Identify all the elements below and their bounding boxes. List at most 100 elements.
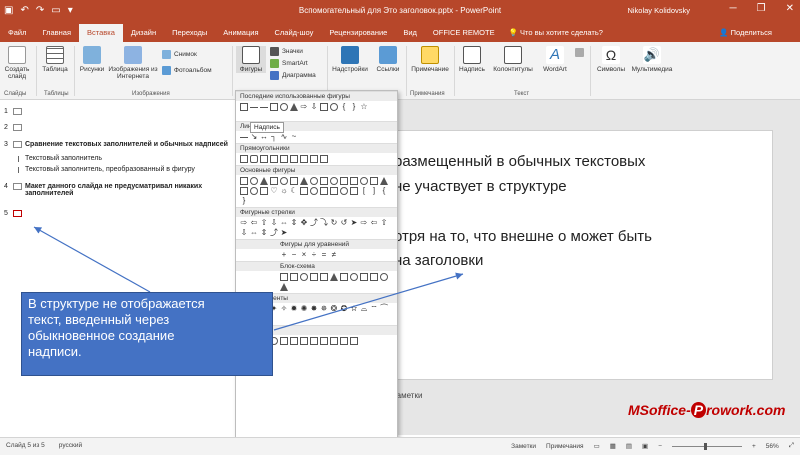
callout-shape-icon[interactable]: [330, 337, 338, 345]
basic-shape-icon[interactable]: [270, 177, 278, 185]
star-shape-icon[interactable]: ✹: [290, 305, 298, 313]
screenshot-button[interactable]: Снимок: [162, 50, 197, 59]
outline-row-5[interactable]: 5: [4, 210, 22, 217]
zoom-slider[interactable]: [671, 442, 742, 450]
tab-file[interactable]: Файл: [0, 24, 34, 42]
brace-shape-icon[interactable]: {: [340, 103, 348, 111]
equal-shape-icon[interactable]: =: [320, 251, 328, 259]
arrow-shape-icon[interactable]: ⇩: [310, 103, 318, 111]
flowchart-shape-icon[interactable]: [380, 273, 388, 281]
flowchart-shape-icon[interactable]: [360, 273, 368, 281]
line-shape-icon[interactable]: [240, 137, 248, 138]
basic-shape-icon[interactable]: [290, 177, 298, 185]
chart-button[interactable]: Диаграмма: [270, 71, 316, 80]
callout-shape-icon[interactable]: [320, 337, 328, 345]
curve-shape-icon[interactable]: ∿: [280, 133, 288, 141]
arrow-shape-icon[interactable]: ⇩: [270, 219, 278, 227]
flowchart-shape-icon[interactable]: [300, 273, 308, 281]
tab-insert[interactable]: Вставка: [79, 24, 123, 42]
tab-review[interactable]: Рецензирование: [321, 24, 395, 42]
arrow-shape-icon[interactable]: ➤: [350, 219, 358, 227]
oval-shape-icon[interactable]: [330, 103, 338, 111]
callout-shape-icon[interactable]: [280, 337, 288, 345]
arrow-shape-icon[interactable]: ⇔: [250, 229, 258, 237]
flowchart-shape-icon[interactable]: [350, 273, 358, 281]
callout-shape-icon[interactable]: [300, 337, 308, 345]
icons-button[interactable]: Значки: [270, 47, 303, 56]
media-button[interactable]: 🔊 Мультимедиа: [630, 46, 674, 73]
share-button[interactable]: 👤 Поделиться: [719, 28, 772, 37]
outline-subitem[interactable]: Текстовый заполнитель: [18, 155, 102, 162]
arrow-shape-icon[interactable]: ↺: [340, 219, 348, 227]
star-shape-icon[interactable]: ❂: [330, 305, 338, 313]
basic-shape-icon[interactable]: [320, 187, 328, 195]
banner-shape-icon[interactable]: ⌓: [360, 305, 368, 313]
not-equal-shape-icon[interactable]: ≠: [330, 251, 338, 259]
minus-shape-icon[interactable]: −: [290, 251, 298, 259]
shapes-button[interactable]: Фигуры: [236, 46, 266, 73]
basic-shape-icon[interactable]: [300, 187, 308, 195]
flowchart-shape-icon[interactable]: [340, 273, 348, 281]
pictures-button[interactable]: Рисунки: [78, 46, 106, 73]
arrow-shape-icon[interactable]: ⇧: [380, 219, 388, 227]
brace-shape-icon[interactable]: }: [350, 103, 358, 111]
callout-shape-icon[interactable]: [290, 337, 298, 345]
notes-toggle[interactable]: Заметки: [511, 443, 536, 450]
arrow-shape-icon[interactable]: ⤵: [320, 219, 328, 227]
arrow-line-shape-icon[interactable]: ↘: [250, 133, 258, 141]
rectangle-shape-icon[interactable]: [320, 103, 328, 111]
arrow-shape-icon[interactable]: ⇕: [290, 219, 298, 227]
basic-shape-icon[interactable]: [260, 187, 268, 195]
star-shape-icon[interactable]: ✸: [310, 305, 318, 313]
outline-pane[interactable]: 1 2 3 Сравнение текстовых заполнителей и…: [0, 100, 240, 435]
arrow-shape-icon[interactable]: ⇨: [300, 103, 308, 111]
sun-shape-icon[interactable]: ☼: [280, 187, 288, 195]
bracket-shape-icon[interactable]: [: [360, 187, 368, 195]
textbox-shape-icon[interactable]: [240, 103, 248, 111]
freeform-shape-icon[interactable]: ~: [290, 133, 298, 141]
symbols-button[interactable]: Ω Символы: [594, 46, 628, 73]
outline-title[interactable]: Сравнение текстовых заполнителей и обычн…: [25, 141, 228, 148]
restore-button[interactable]: ❐: [757, 3, 766, 14]
star-shape-icon[interactable]: ✺: [300, 305, 308, 313]
flowchart-shape-icon[interactable]: [330, 273, 338, 281]
rounded-rectangle-shape-icon[interactable]: [250, 155, 258, 163]
callout-shape-icon[interactable]: [310, 337, 318, 345]
flowchart-shape-icon[interactable]: [320, 273, 328, 281]
slide-text-line[interactable]: отря на то, что внешне о может быть: [394, 228, 652, 245]
basic-shape-icon[interactable]: [360, 177, 368, 185]
slide-text-line[interactable]: не участвует в структуре: [394, 178, 567, 195]
links-button[interactable]: Ссылки: [372, 46, 404, 73]
outline-row-4[interactable]: 4 Макет данного слайда не предусматривал…: [4, 183, 202, 197]
slide-canvas[interactable]: размещенный в обычных текстовых не участ…: [393, 130, 773, 380]
table-button[interactable]: Таблица: [40, 46, 70, 73]
basic-shape-icon[interactable]: [330, 187, 338, 195]
oval-shape-icon[interactable]: [280, 103, 288, 111]
online-pictures-button[interactable]: Изображения из Интернета: [108, 46, 158, 80]
basic-shape-icon[interactable]: [250, 187, 258, 195]
flowchart-shape-icon[interactable]: [280, 273, 288, 281]
arrow-shape-icon[interactable]: ⇦: [370, 219, 378, 227]
basic-shape-icon[interactable]: [280, 177, 288, 185]
rectangle-shape-icon[interactable]: [290, 155, 298, 163]
star-shape-icon[interactable]: ☆: [360, 103, 368, 111]
arrow-shape-icon[interactable]: ⤴: [310, 219, 318, 227]
basic-shape-icon[interactable]: [380, 177, 388, 185]
tab-transitions[interactable]: Переходы: [164, 24, 215, 42]
rectangle-shape-icon[interactable]: [240, 155, 248, 163]
basic-shape-icon[interactable]: [300, 177, 308, 185]
slideshow-view-icon[interactable]: ▣: [642, 442, 648, 450]
reading-view-icon[interactable]: ▤: [626, 442, 632, 450]
photo-album-button[interactable]: Фотоальбом: [162, 66, 212, 75]
arrow-shape-icon[interactable]: ⇧: [260, 219, 268, 227]
comment-button[interactable]: Примечание: [408, 46, 452, 73]
divide-shape-icon[interactable]: ÷: [310, 251, 318, 259]
arrow-shape-icon[interactable]: ⇨: [240, 219, 248, 227]
addins-button[interactable]: Надстройки: [330, 46, 370, 73]
tab-slideshow[interactable]: Слайд-шоу: [267, 24, 322, 42]
flowchart-shape-icon[interactable]: [370, 273, 378, 281]
star-shape-icon[interactable]: ✧: [280, 305, 288, 313]
basic-shape-icon[interactable]: [260, 177, 268, 185]
language-indicator[interactable]: русский: [59, 442, 82, 449]
callout-shape-icon[interactable]: [340, 337, 348, 345]
